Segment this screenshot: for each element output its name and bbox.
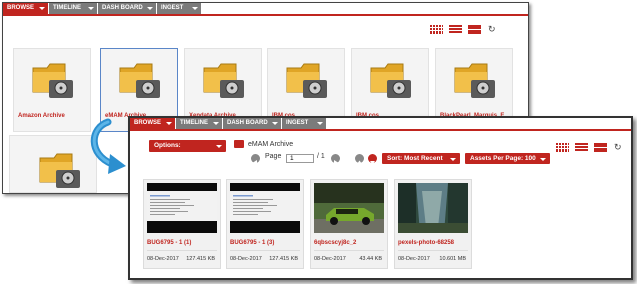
asset-date: 08-Dec-2017 (314, 256, 346, 262)
sort-dropdown[interactable]: Sort: Most Recent (382, 153, 460, 164)
prev-page-icon[interactable] (251, 154, 260, 165)
folder-drive-icon (454, 63, 495, 98)
asset-thumbnail (147, 183, 217, 233)
tab-ingest[interactable]: INGEST (282, 118, 327, 129)
chevron-down-icon (317, 122, 323, 125)
folder-drive-icon (39, 153, 80, 188)
tab-timeline[interactable]: TIMELINE (49, 3, 98, 14)
chevron-down-icon (147, 7, 153, 10)
tab-timeline[interactable]: TIMELINE (176, 118, 223, 129)
tab-browse[interactable]: BROWSE (3, 3, 49, 14)
folder-drive-icon (203, 63, 244, 98)
asset-date: 08-Dec-2017 (398, 256, 430, 262)
chevron-down-icon (39, 7, 45, 10)
sort-descending-icon[interactable] (368, 154, 377, 165)
tile-label: Amazon Archive (18, 113, 65, 119)
asset-date: 08-Dec-2017 (230, 256, 262, 262)
asset-card[interactable]: BUG6795 - 1 (3) 08-Dec-2017 127.415 KB (226, 179, 304, 269)
page-input[interactable]: 1 (286, 154, 314, 163)
folder-drive-icon (119, 63, 160, 98)
chevron-down-icon (450, 158, 456, 161)
grid-view-icon[interactable] (556, 143, 569, 152)
chevron-down-icon (166, 122, 172, 125)
divider (230, 250, 300, 251)
folder-drive-icon (32, 63, 73, 98)
asset-date: 08-Dec-2017 (147, 256, 179, 262)
asset-card[interactable]: BUG6795 - 1 (1) 08-Dec-2017 127.415 KB (143, 179, 221, 269)
tab-dashboard[interactable]: DASH BOARD (98, 3, 157, 14)
list-view-icon[interactable] (449, 25, 462, 34)
chevron-down-icon (216, 145, 222, 148)
next-page-icon[interactable] (331, 154, 340, 165)
divider (147, 250, 217, 251)
archive-folder-icon (234, 140, 244, 148)
page-label: Page (265, 153, 282, 160)
archive-tile[interactable]: Amazon Archive (13, 48, 91, 132)
archive-tile[interactable] (9, 135, 97, 193)
front-tab-bar: BROWSE TIMELINE DASH BOARD INGEST (130, 118, 631, 131)
asset-name[interactable]: BUG6795 - 1 (3) (230, 240, 274, 246)
tab-dashboard[interactable]: DASH BOARD (223, 118, 282, 129)
asset-thumbnail (398, 183, 468, 233)
grid-view-icon[interactable] (430, 25, 443, 34)
asset-card[interactable]: pexels-photo-68258 08-Dec-2017 10.601 MB (394, 179, 472, 269)
chevron-down-icon (540, 158, 546, 161)
divider (398, 250, 468, 251)
folder-drive-icon (370, 63, 411, 98)
asset-thumbnail (230, 183, 300, 233)
sort-ascending-icon[interactable] (355, 154, 364, 164)
tab-ingest[interactable]: INGEST (157, 3, 202, 14)
transition-arrow-icon (90, 118, 126, 174)
chevron-down-icon (88, 7, 94, 10)
divider (314, 250, 384, 251)
chevron-down-icon (272, 122, 278, 125)
options-dropdown[interactable]: Options: (149, 140, 226, 152)
breadcrumb: eMAM Archive (248, 141, 294, 148)
asset-name[interactable]: BUG6795 - 1 (1) (147, 240, 191, 246)
chevron-down-icon (213, 122, 219, 125)
refresh-icon[interactable]: ↻ (488, 25, 497, 34)
front-browse-window: BROWSE TIMELINE DASH BOARD INGEST ↻ Opti… (128, 116, 633, 280)
folder-drive-icon (286, 63, 327, 98)
detail-view-icon[interactable] (468, 25, 481, 34)
asset-size: 127.415 KB (186, 256, 215, 262)
chevron-down-icon (192, 7, 198, 10)
asset-thumbnail (314, 183, 384, 233)
asset-name[interactable]: pexels-photo-68258 (398, 240, 454, 246)
assets-per-page-dropdown[interactable]: Assets Per Page: 100 (465, 153, 550, 164)
page-total: / 1 (317, 153, 325, 160)
asset-name[interactable]: 6qbscscyj8c_2 (314, 240, 356, 246)
tab-browse[interactable]: BROWSE (130, 118, 176, 129)
refresh-icon[interactable]: ↻ (614, 143, 623, 152)
asset-size: 43.44 KB (359, 256, 382, 262)
back-tab-bar: BROWSE TIMELINE DASH BOARD INGEST (3, 3, 528, 16)
list-view-icon[interactable] (575, 143, 588, 152)
asset-size: 10.601 MB (439, 256, 466, 262)
asset-size: 127.415 KB (269, 256, 298, 262)
detail-view-icon[interactable] (594, 143, 607, 152)
asset-card[interactable]: 6qbscscyj8c_2 08-Dec-2017 43.44 KB (310, 179, 388, 269)
